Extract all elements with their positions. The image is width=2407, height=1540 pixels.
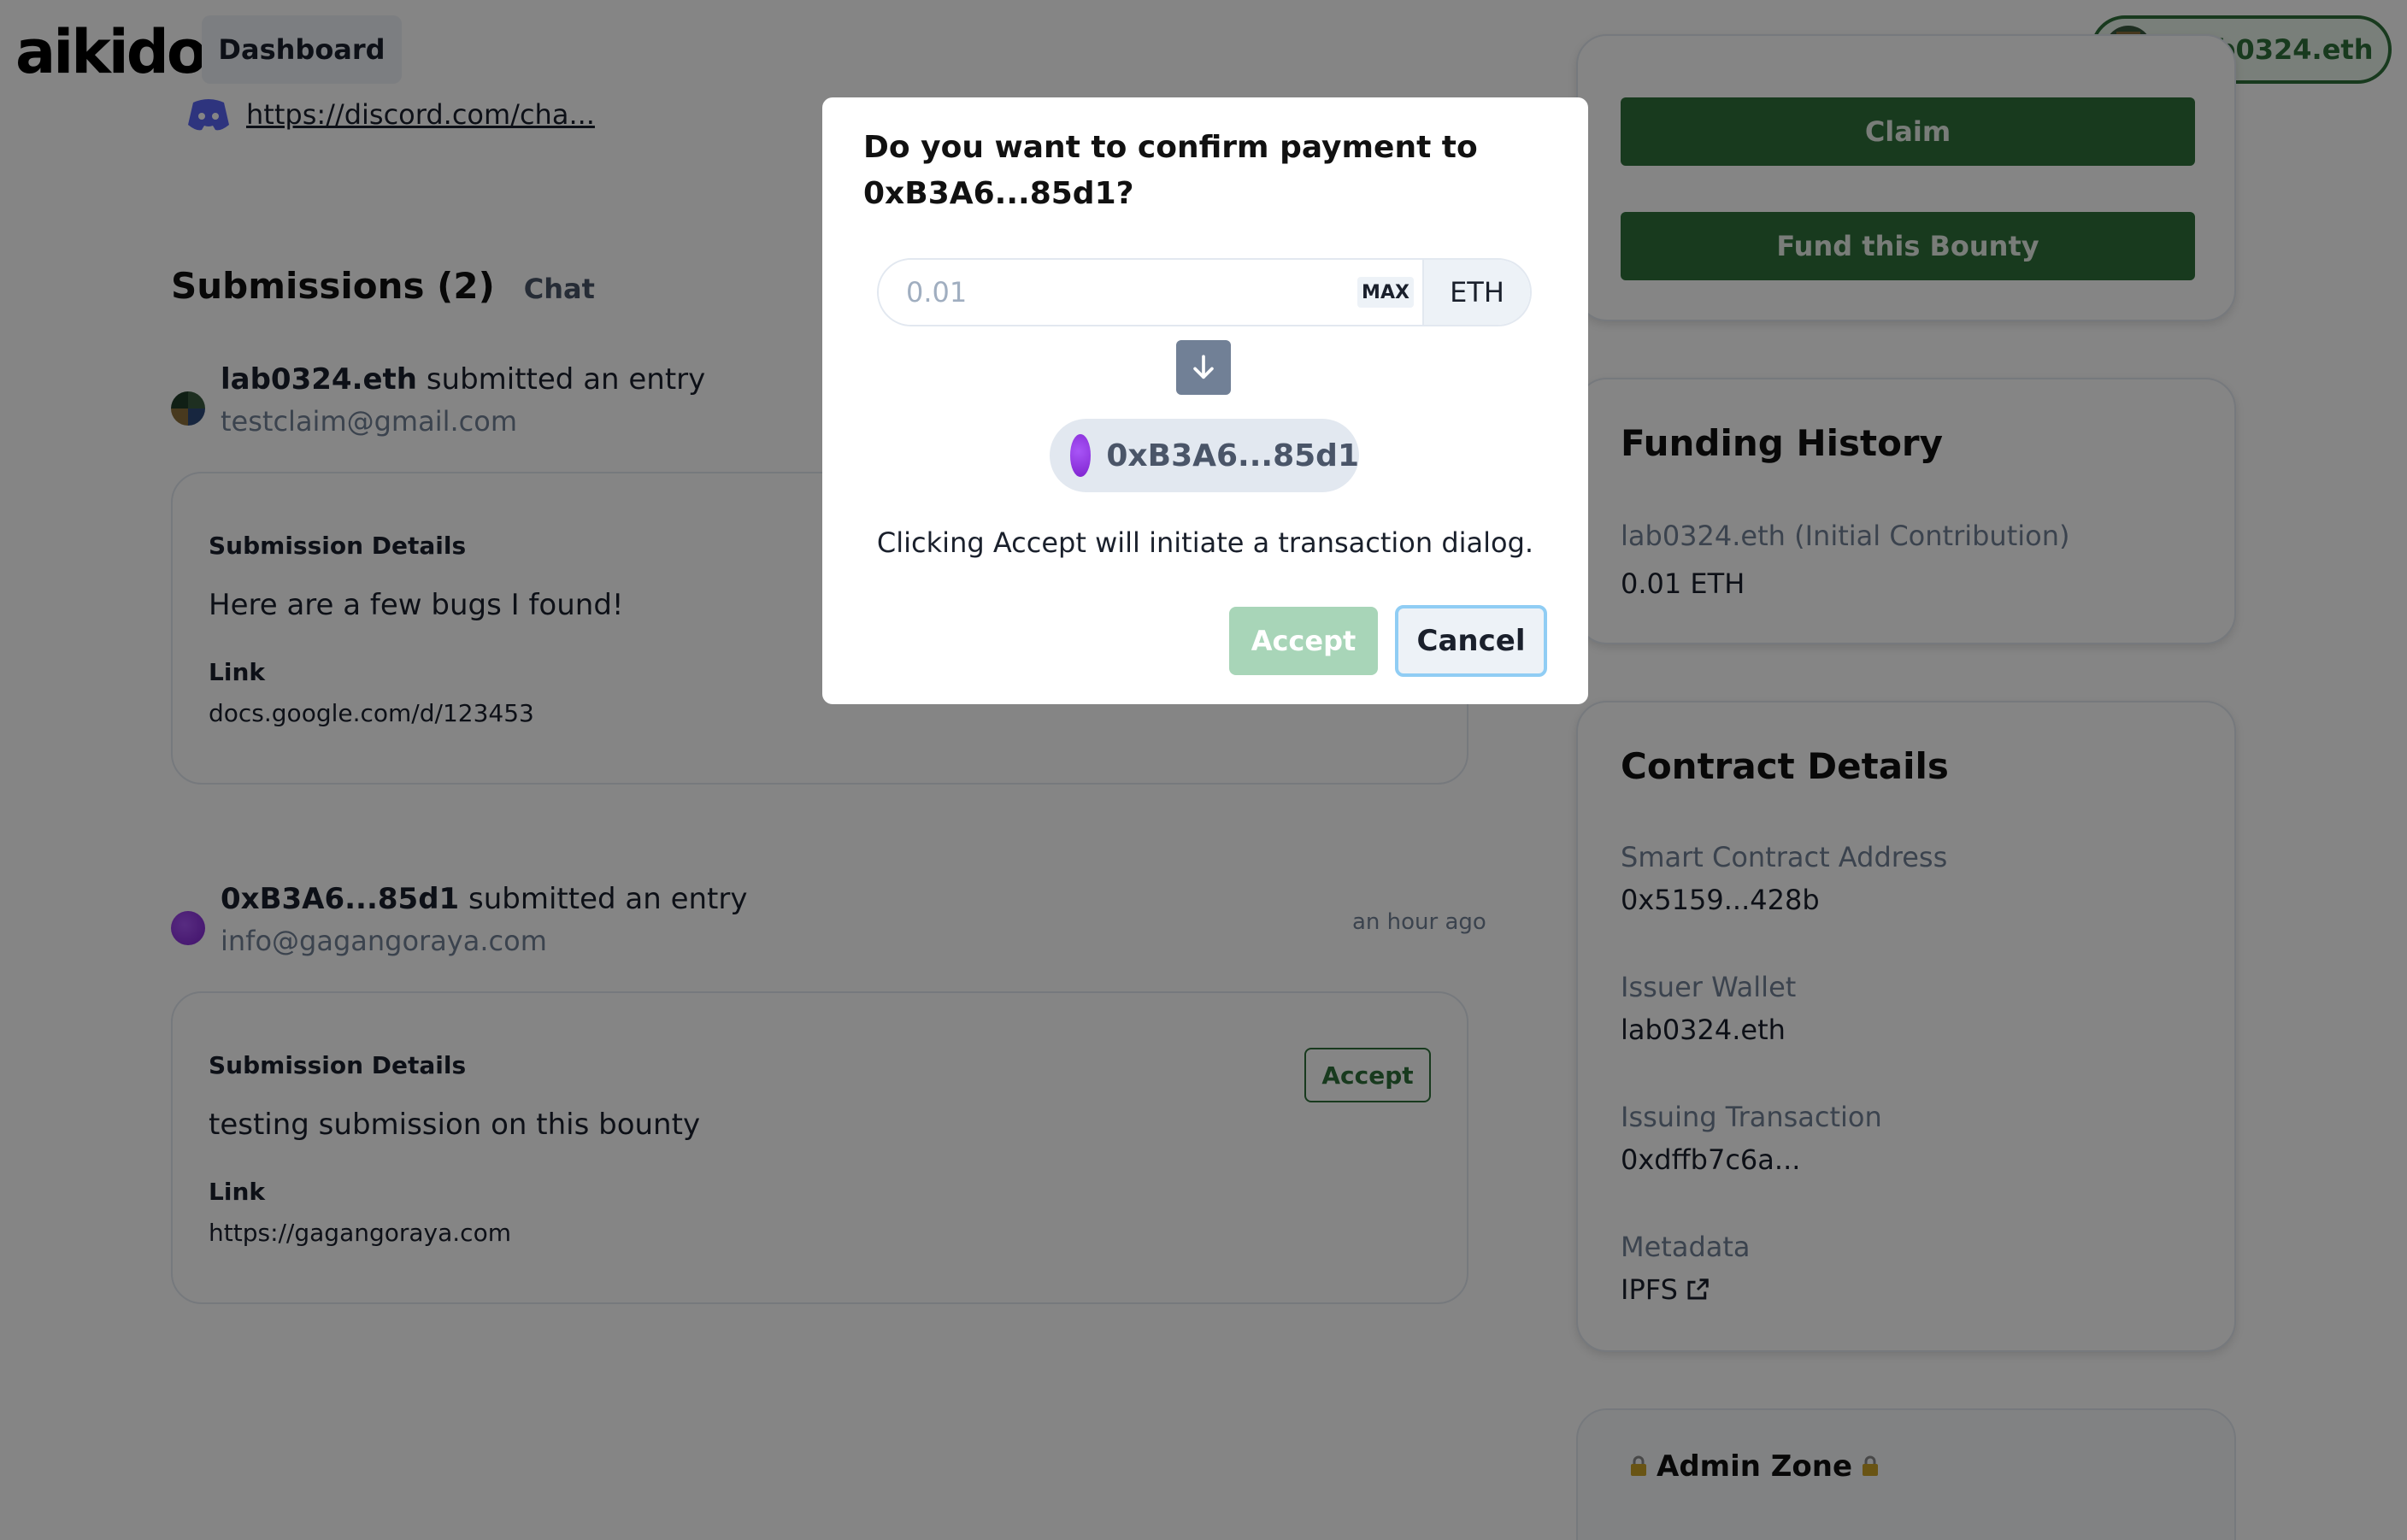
dialog-accept-button[interactable]: Accept xyxy=(1229,607,1378,675)
recipient-badge: 0xB3A6...85d1 xyxy=(1050,419,1359,492)
amount-field: MAX ETH xyxy=(877,258,1532,326)
confirm-payment-dialog: Do you want to confirm payment to 0xB3A6… xyxy=(822,97,1588,704)
dialog-cancel-button[interactable]: Cancel xyxy=(1395,605,1547,677)
currency-unit: ETH xyxy=(1422,260,1530,325)
dialog-title: Do you want to confirm payment to 0xB3A6… xyxy=(863,130,1478,211)
arrow-down-icon xyxy=(1176,340,1231,395)
max-button[interactable]: MAX xyxy=(1357,277,1414,308)
page: aikido Dashboard lab0324.eth https://dis… xyxy=(0,0,2407,1540)
recipient-avatar xyxy=(1070,434,1092,477)
amount-input[interactable] xyxy=(879,260,1357,325)
dialog-info-text: Clicking Accept will initiate a transact… xyxy=(876,526,1534,559)
recipient-address: 0xB3A6...85d1 xyxy=(1106,438,1359,473)
arrow-down-glyph xyxy=(1193,355,1214,379)
